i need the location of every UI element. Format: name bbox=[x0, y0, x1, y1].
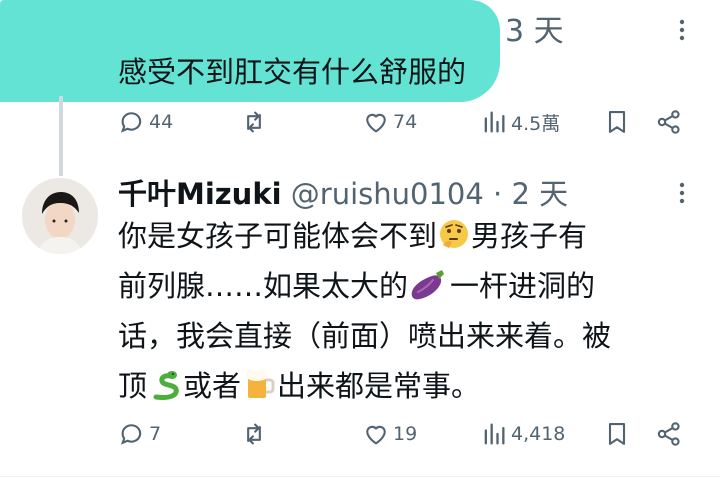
thread-connector-line bbox=[59, 96, 63, 176]
heart-icon bbox=[366, 425, 386, 445]
heart-icon bbox=[366, 113, 386, 133]
repost-button[interactable] bbox=[240, 420, 268, 448]
more-icon[interactable] bbox=[672, 181, 692, 210]
reply-button[interactable]: 44 bbox=[118, 108, 173, 136]
views-button[interactable]: 4,418 bbox=[480, 420, 565, 448]
repost-icon bbox=[247, 111, 261, 133]
like-count: 74 bbox=[393, 111, 418, 133]
reply-count: 44 bbox=[149, 111, 174, 133]
snake-emoji bbox=[153, 371, 179, 400]
like-button[interactable]: 19 bbox=[362, 420, 417, 448]
text-segment: 话，我会直接（前面）喷出来来着。被 bbox=[118, 319, 612, 353]
views-icon bbox=[484, 423, 505, 445]
share-button[interactable] bbox=[655, 108, 683, 136]
reply-post-time[interactable]: 2 天 bbox=[511, 177, 568, 211]
reply-icon bbox=[120, 424, 142, 445]
bookmark-icon bbox=[608, 111, 626, 133]
post-divider bbox=[0, 476, 720, 477]
avatar[interactable] bbox=[22, 178, 98, 254]
text-segment: 或者 bbox=[183, 369, 242, 403]
text-segment: 男孩子有 bbox=[471, 219, 588, 253]
repost-icon bbox=[247, 423, 261, 445]
bookmark-button[interactable] bbox=[603, 420, 631, 448]
reply-text-line-1: 你是女孩子可能体会不到 男孩子有 bbox=[118, 214, 587, 259]
like-button[interactable]: 74 bbox=[362, 108, 417, 136]
reply-post-actions: 7 19 4,418 bbox=[118, 420, 688, 460]
reply-button[interactable]: 7 bbox=[118, 420, 161, 448]
display-name[interactable]: 千叶Mizuki bbox=[118, 177, 282, 211]
reply-text-line-3: 话，我会直接（前面）喷出来来着。被 bbox=[118, 314, 611, 359]
reply-count: 7 bbox=[149, 423, 162, 445]
share-icon bbox=[657, 110, 680, 134]
text-segment: 出来都是常事。 bbox=[277, 369, 481, 403]
bookmark-icon bbox=[608, 423, 626, 445]
bookmark-button[interactable] bbox=[603, 108, 631, 136]
more-icon[interactable] bbox=[672, 18, 692, 47]
parent-post-text: 感受不到肛交有什么舒服的 bbox=[118, 55, 467, 89]
text-segment: 前列腺……如果太大的 bbox=[118, 269, 409, 303]
views-icon bbox=[484, 111, 505, 133]
views-button[interactable]: 4.5萬 bbox=[480, 108, 560, 136]
like-count: 19 bbox=[393, 423, 418, 445]
text-segment: 一杆进洞的 bbox=[450, 269, 596, 303]
parent-post-time[interactable]: 3 天 bbox=[505, 6, 564, 50]
eggplant-emoji bbox=[411, 270, 445, 300]
text-segment: 你是女孩子可能体会不到 bbox=[118, 219, 438, 253]
text-segment: 顶 bbox=[118, 369, 148, 403]
parent-post-actions: 44 74 4.5萬 bbox=[118, 108, 688, 148]
share-icon bbox=[657, 422, 680, 446]
header-separator: · bbox=[493, 177, 503, 211]
beer-mug-emoji bbox=[246, 369, 275, 398]
repost-button[interactable] bbox=[240, 108, 268, 136]
reply-icon bbox=[120, 112, 142, 133]
thinking-face-emoji bbox=[440, 220, 469, 248]
reply-text-line-4: 顶 或者 出来都是常事。 bbox=[118, 364, 480, 409]
reply-text-line-2: 前列腺……如果太大的 一杆进洞的 bbox=[118, 264, 595, 309]
user-handle[interactable]: @ruishu0104 bbox=[291, 177, 484, 211]
views-count: 4,418 bbox=[511, 423, 566, 445]
views-count: 4.5萬 bbox=[511, 112, 561, 135]
share-button[interactable] bbox=[655, 420, 683, 448]
reply-post-header: 千叶Mizuki @ruishu0104 · 2 天 bbox=[118, 171, 568, 213]
